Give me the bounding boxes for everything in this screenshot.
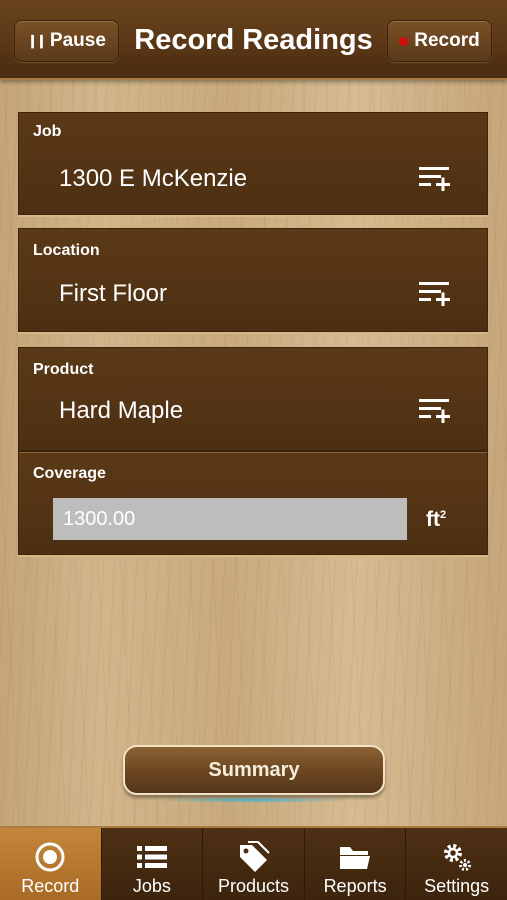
job-label: Job <box>33 123 62 140</box>
coverage-unit: ft2 <box>426 508 447 531</box>
location-label: Location <box>33 242 100 259</box>
tag-icon <box>236 840 271 874</box>
product-label: Product <box>33 361 94 378</box>
tab-jobs[interactable]: Jobs <box>102 828 204 900</box>
pause-icon: ❙❙ <box>27 33 47 48</box>
tab-record-label: Record <box>21 876 80 896</box>
location-value: First Floor <box>59 280 167 307</box>
summary-glow <box>158 797 348 803</box>
tab-reports-label: Reports <box>323 876 387 896</box>
product-panel[interactable]: Product Hard Maple <box>18 347 488 451</box>
tab-reports[interactable]: Reports <box>305 828 407 900</box>
list-add-icon[interactable] <box>417 278 453 306</box>
coverage-panel: Coverage 1300.00 ft2 <box>18 451 488 555</box>
record-dot-icon <box>399 36 409 46</box>
folder-icon <box>338 840 372 874</box>
tab-settings[interactable]: Settings <box>406 828 507 900</box>
tab-products-label: Products <box>217 876 289 896</box>
navigation-bar: ❙❙ Pause Record Readings Record <box>0 0 507 80</box>
pause-button[interactable]: ❙❙ Pause <box>14 20 119 62</box>
tab-settings-label: Settings <box>424 876 490 896</box>
coverage-input[interactable]: 1300.00 <box>53 498 407 540</box>
record-button[interactable]: Record <box>387 20 492 62</box>
job-panel[interactable]: Job 1300 E McKenzie <box>18 112 488 215</box>
coverage-label: Coverage <box>33 465 106 482</box>
job-value: 1300 E McKenzie <box>59 165 248 192</box>
location-panel[interactable]: Location First Floor <box>18 228 488 332</box>
tab-bar: Record Jobs Products Reports Settings <box>0 826 507 900</box>
list-icon <box>135 840 169 874</box>
page-title: Record Readings <box>134 24 373 56</box>
list-add-icon[interactable] <box>417 163 453 191</box>
tab-products[interactable]: Products <box>203 828 305 900</box>
gears-icon <box>440 840 474 874</box>
pause-label: Pause <box>49 30 106 51</box>
list-add-icon[interactable] <box>417 395 453 423</box>
record-label: Record <box>414 30 480 51</box>
tab-record[interactable]: Record <box>0 828 102 900</box>
record-icon <box>34 840 66 874</box>
panel-divider <box>19 452 487 453</box>
product-value: Hard Maple <box>59 397 184 424</box>
summary-button[interactable]: Summary <box>123 745 385 795</box>
tab-jobs-label: Jobs <box>132 876 171 896</box>
